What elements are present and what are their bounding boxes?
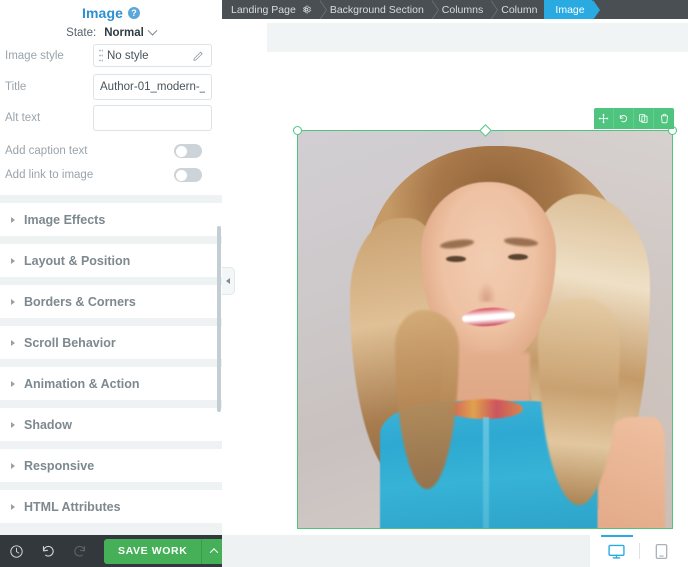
chevron-right-icon [11,257,15,264]
panel-scrollbar[interactable] [217,226,221,412]
panel-title-row: Image ? [0,2,222,23]
accordion-borders-corners[interactable]: Borders & Corners [0,285,222,318]
reset-icon[interactable] [614,108,634,129]
breadcrumb-label: Landing Page [231,3,296,16]
gear-icon[interactable] [301,4,312,15]
undo-icon[interactable] [32,535,64,567]
breadcrumb-item-background-section[interactable]: Background Section [319,0,439,19]
breadcrumb-item-columns[interactable]: Columns [431,0,499,19]
page-title: Image [82,4,123,21]
toggle-knob [175,169,187,181]
canvas-area: Landing Page Background Section Columns … [222,0,688,567]
photo-layer-shirt-placket [483,417,490,529]
device-desktop-button[interactable] [595,535,639,567]
chevron-right-icon [11,216,15,223]
alt-text-input[interactable] [93,104,212,131]
chevron-left-icon [226,278,230,284]
accordion-layout-position[interactable]: Layout & Position [0,244,222,277]
move-icon[interactable] [594,108,614,129]
accordion-label: Borders & Corners [24,294,136,309]
accordion-shadow[interactable]: Shadow [0,408,222,441]
chevron-right-icon [11,421,15,428]
toggle-knob [175,145,187,157]
image-block[interactable] [293,108,677,529]
page-canvas[interactable] [222,19,688,535]
save-work-button[interactable]: SAVE WORK [104,538,226,564]
field-alt-text: Alt text [5,102,212,133]
background-section-block[interactable] [267,23,688,52]
chevron-right-icon [11,380,15,387]
accordion-label: Shadow [24,417,72,432]
chevron-right-icon [11,339,15,346]
chevron-right-icon [11,298,15,305]
drag-dots-icon [99,49,103,62]
status-bar [222,535,688,567]
photo-layer-nose [477,281,497,302]
duplicate-icon[interactable] [634,108,654,129]
accordion-html-attributes[interactable]: HTML Attributes [0,490,222,523]
accordion-responsive[interactable]: Responsive [0,449,222,482]
editor-bottom-toolbar: SAVE WORK [0,535,240,567]
breadcrumb-item-image[interactable]: Image [544,0,600,19]
chevron-up-icon [209,548,219,557]
device-preview-group [590,535,688,567]
history-clock-icon[interactable] [0,535,32,567]
field-title: Title Author-01_modern-_h [5,71,212,102]
panel-header: Image ? State: Normal [0,0,222,40]
help-circle-icon[interactable]: ? [127,6,140,19]
save-work-label: SAVE WORK [118,544,188,557]
accordion-label: Scroll Behavior [24,335,116,350]
field-label: Image style [5,49,64,62]
portrait-photo[interactable] [297,130,673,529]
breadcrumb-label: Columns [441,3,484,16]
chevron-down-icon [147,25,158,36]
fields-card: Image style No style Title Author-01_mod… [0,40,222,195]
chevron-right-icon [11,462,15,469]
image-style-select[interactable]: No style [93,44,212,67]
photo-layer-collar-trim [447,399,523,420]
breadcrumb-label: Column [501,3,538,16]
accordion-animation-action[interactable]: Animation & Action [0,367,222,400]
title-input[interactable]: Author-01_modern-_h [93,73,212,100]
accordion-label: Responsive [24,458,95,473]
image-style-value: No style [107,49,149,62]
device-tablet-button[interactable] [640,535,684,567]
redo-icon[interactable] [64,535,96,567]
panel-collapse-button[interactable] [222,267,235,295]
accordion-label: HTML Attributes [24,499,121,514]
toggle-switch[interactable] [174,168,202,182]
tablet-icon [652,542,671,561]
breadcrumb: Landing Page Background Section Columns … [222,0,688,19]
accordion-label: Layout & Position [24,253,131,268]
delete-icon[interactable] [654,108,674,129]
toggle-switch[interactable] [174,144,202,158]
element-toolbar [594,108,674,129]
accordion-image-effects[interactable]: Image Effects [0,203,222,236]
state-value: Normal [104,27,144,39]
accordion-label: Animation & Action [24,376,140,391]
field-label: Alt text [5,111,41,124]
toggle-add-link-to-image[interactable]: Add link to image [5,163,212,187]
toggle-label: Add caption text [5,145,88,157]
page-builder-app: Image ? State: Normal Image style No sty [0,0,688,567]
field-image-style: Image style No style [5,40,212,71]
field-label: Title [5,80,27,93]
accordion-label: Image Effects [24,212,106,227]
breadcrumb-item-column[interactable]: Column [490,0,553,19]
breadcrumb-label: Background Section [329,3,424,16]
toggle-add-caption-text[interactable]: Add caption text [5,139,212,163]
breadcrumb-label: Image [555,3,585,16]
settings-panel: Image ? State: Normal Image style No sty [0,0,222,535]
panel-scroll-area[interactable]: Image style No style Title Author-01_mod… [0,40,222,535]
state-label: State: [66,27,97,39]
breadcrumb-item-landing-page[interactable]: Landing Page [222,0,327,19]
chevron-right-icon [11,503,15,510]
desktop-icon [607,542,626,561]
title-input-value: Author-01_modern-_h [100,80,205,93]
toggle-label: Add link to image [5,169,94,181]
accordion-scroll-behavior[interactable]: Scroll Behavior [0,326,222,359]
state-dropdown[interactable]: Normal [104,25,158,39]
pencil-icon[interactable] [193,50,205,62]
